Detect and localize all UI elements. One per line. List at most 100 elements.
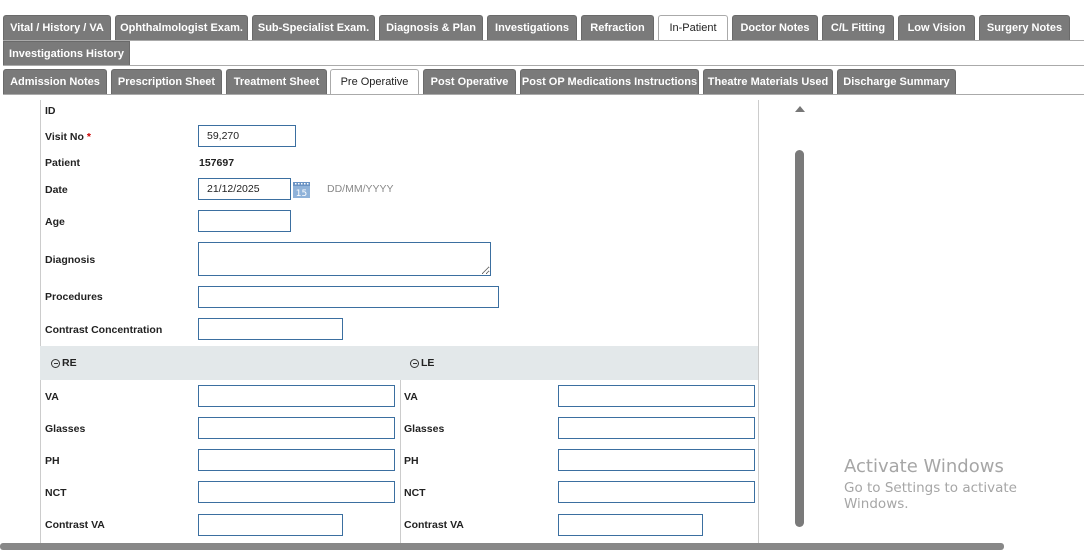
date-label: Date <box>45 184 68 196</box>
le-nct-label: NCT <box>404 487 426 499</box>
tab-label: Admission Notes <box>10 76 100 88</box>
form-left-border <box>40 100 41 545</box>
re-contrast-va-input[interactable] <box>198 514 343 536</box>
subtab-pre-operative[interactable]: Pre Operative <box>330 69 419 95</box>
date-input[interactable] <box>198 178 291 200</box>
re-ph-label: PH <box>45 455 60 467</box>
tab-label: Vital / History / VA <box>10 22 104 34</box>
le-ph-input[interactable] <box>558 449 755 471</box>
id-label: ID <box>45 105 56 117</box>
le-section-toggle[interactable]: LE <box>410 357 434 369</box>
re-va-input[interactable] <box>198 385 395 407</box>
tab-label: Theatre Materials Used <box>707 76 829 88</box>
patient-label: Patient <box>45 157 81 169</box>
tab-cl-fitting[interactable]: C/L Fitting <box>822 15 894 40</box>
re-nct-label: NCT <box>45 487 67 499</box>
tab-low-vision[interactable]: Low Vision <box>898 15 975 40</box>
tab-label: Investigations <box>495 22 569 34</box>
diagnosis-label: Diagnosis <box>45 254 96 266</box>
tab-bar-divider <box>3 65 1084 66</box>
le-contrast-va-label: Contrast VA <box>404 519 464 531</box>
required-asterisk: * <box>86 131 91 143</box>
le-title: LE <box>421 357 435 369</box>
tab-label: Low Vision <box>907 22 966 34</box>
scroll-up-arrow-icon[interactable] <box>795 106 805 112</box>
activate-windows-watermark: Activate Windows Go to Settings to activ… <box>844 456 1084 512</box>
contrast-concentration-label: Contrast Concentration <box>45 324 163 336</box>
tab-label: In-Patient <box>669 22 717 34</box>
tab-label: Refraction <box>590 22 645 34</box>
tab-label: Treatment Sheet <box>233 76 320 88</box>
tab-label: Investigations History <box>9 47 124 60</box>
tab-diagnosis-plan[interactable]: Diagnosis & Plan <box>379 15 483 40</box>
subtab-prescription-sheet[interactable]: Prescription Sheet <box>111 69 222 94</box>
eye-column-divider <box>400 380 401 545</box>
visit-no-label: Visit No * <box>45 131 91 143</box>
patient-value: 157697 <box>199 157 235 169</box>
tab-label: Pre Operative <box>340 76 409 88</box>
tab-label: Surgery Notes <box>986 22 1063 34</box>
watermark-title: Activate Windows <box>844 456 1004 477</box>
subtab-theatre-materials[interactable]: Theatre Materials Used <box>703 69 833 94</box>
subtab-divider <box>3 94 1084 95</box>
le-va-input[interactable] <box>558 385 755 407</box>
tab-refraction[interactable]: Refraction <box>581 15 654 40</box>
le-ph-label: PH <box>404 455 419 467</box>
visit-no-input[interactable] <box>198 125 296 147</box>
re-section-toggle[interactable]: RE <box>51 357 77 369</box>
procedures-label: Procedures <box>45 291 103 303</box>
tab-doctor-notes[interactable]: Doctor Notes <box>732 15 818 40</box>
tab-bar-divider <box>3 40 1084 41</box>
tab-label: Sub-Specialist Exam. <box>257 22 370 34</box>
horizontal-scrollbar[interactable] <box>0 543 1004 550</box>
re-nct-input[interactable] <box>198 481 395 503</box>
subtab-post-op-medications[interactable]: Post OP Medications Instructions <box>520 69 699 94</box>
le-va-label: VA <box>404 391 418 403</box>
diagnosis-textarea[interactable] <box>198 242 491 276</box>
contrast-concentration-input[interactable] <box>198 318 343 340</box>
date-format-hint: DD/MM/YYYY <box>327 183 394 195</box>
tab-in-patient[interactable]: In-Patient <box>658 15 728 41</box>
procedures-input[interactable] <box>198 286 499 308</box>
calendar-day-text: 15 <box>296 189 307 199</box>
age-label: Age <box>45 216 65 228</box>
subtab-discharge-summary[interactable]: Discharge Summary <box>837 69 956 94</box>
visit-no-text: Visit No <box>45 131 84 143</box>
subtab-admission-notes[interactable]: Admission Notes <box>3 69 107 94</box>
tab-vital-history-va[interactable]: Vital / History / VA <box>3 15 111 40</box>
age-input[interactable] <box>198 210 291 232</box>
collapse-icon <box>51 358 60 368</box>
eye-section-header <box>40 346 758 380</box>
vertical-scrollbar[interactable] <box>793 100 807 540</box>
scrollbar-thumb[interactable] <box>795 150 804 527</box>
re-glasses-input[interactable] <box>198 417 395 439</box>
tab-label: Post OP Medications Instructions <box>521 76 698 88</box>
form-right-border <box>758 100 759 545</box>
re-title: RE <box>62 357 77 369</box>
tab-investigations-history[interactable]: Investigations History <box>3 41 130 65</box>
re-contrast-va-label: Contrast VA <box>45 519 105 531</box>
subtab-treatment-sheet[interactable]: Treatment Sheet <box>226 69 327 94</box>
tab-surgery-notes[interactable]: Surgery Notes <box>979 15 1070 40</box>
tab-label: Post Operative <box>430 76 509 88</box>
tab-label: C/L Fitting <box>830 22 886 34</box>
re-ph-input[interactable] <box>198 449 395 471</box>
tab-sub-specialist-exam[interactable]: Sub-Specialist Exam. <box>252 15 375 40</box>
le-nct-input[interactable] <box>558 481 755 503</box>
tab-label: Doctor Notes <box>740 22 810 34</box>
calendar-icon[interactable]: 15 <box>292 180 311 199</box>
le-glasses-input[interactable] <box>558 417 755 439</box>
watermark-subtitle: Go to Settings to activate Windows. <box>844 480 1017 512</box>
re-va-label: VA <box>45 391 59 403</box>
collapse-icon <box>410 358 419 368</box>
tab-label: Ophthalmologist Exam. <box>120 22 243 34</box>
le-glasses-label: Glasses <box>404 423 445 435</box>
re-glasses-label: Glasses <box>45 423 86 435</box>
subtab-post-operative[interactable]: Post Operative <box>423 69 516 94</box>
tab-label: Prescription Sheet <box>117 76 216 88</box>
tab-label: Diagnosis & Plan <box>386 22 476 34</box>
tab-investigations[interactable]: Investigations <box>487 15 577 40</box>
tab-ophthalmologist-exam[interactable]: Ophthalmologist Exam. <box>115 15 248 40</box>
le-contrast-va-input[interactable] <box>558 514 703 536</box>
tab-label: Discharge Summary <box>843 76 950 88</box>
